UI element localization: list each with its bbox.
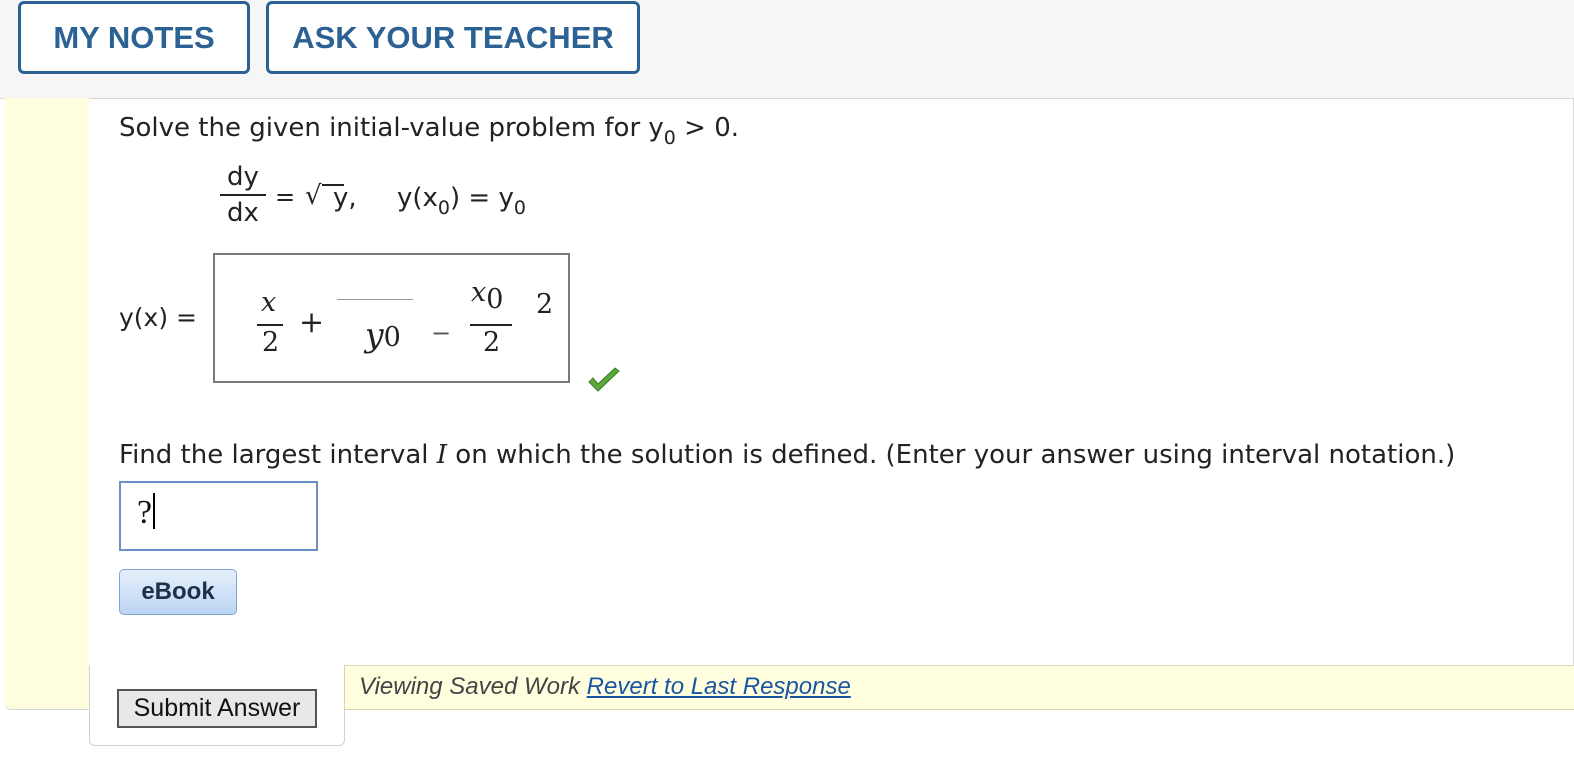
plus-sign: + [299, 305, 325, 340]
fraction-bar-1 [257, 324, 283, 326]
fraction-bar [220, 194, 266, 196]
saved-work-banner: Viewing Saved Work Revert to Last Respon… [344, 665, 1574, 710]
two-denominator-2: 2 [483, 327, 501, 358]
correct-check-icon [588, 367, 620, 392]
minus-sign: − [431, 319, 452, 347]
sqrt-symbol: √ [305, 181, 322, 211]
ebook-button[interactable]: eBook [119, 569, 237, 615]
revert-to-last-response-link[interactable]: Revert to Last Response [587, 673, 851, 700]
text-caret [153, 493, 156, 529]
y0-term: y0 [365, 315, 401, 354]
interval-input[interactable]: ? [119, 481, 318, 551]
fraction-bar-2 [470, 324, 512, 326]
question-side-strip [5, 98, 89, 709]
dx-denominator: dx [227, 198, 259, 228]
x-numerator: x [261, 287, 277, 318]
radical-overline [337, 299, 413, 300]
my-notes-button[interactable]: MY NOTES [18, 1, 250, 74]
exponent-two: 2 [536, 289, 554, 320]
submit-answer-button[interactable]: Submit Answer [117, 689, 317, 728]
question-1-prompt: Solve the given initial-value problem fo… [119, 113, 739, 149]
sqrt-radicand: y, [333, 183, 357, 213]
question-2-prompt: Find the largest interval I on which the… [119, 440, 1456, 470]
x0-numerator: x0 [471, 277, 504, 315]
answer-1-box[interactable]: x 2 + y0 − x0 2 2 [213, 253, 570, 383]
equals-sign: = [275, 183, 296, 211]
two-denominator-1: 2 [262, 327, 280, 358]
initial-condition: y(x0) = y0 [397, 183, 526, 219]
top-toolbar: MY NOTES ASK YOUR TEACHER [0, 0, 1574, 99]
answer-1-label: y(x) = [119, 303, 197, 332]
dy-numerator: dy [227, 162, 259, 192]
ask-your-teacher-button[interactable]: ASK YOUR TEACHER [266, 1, 640, 74]
